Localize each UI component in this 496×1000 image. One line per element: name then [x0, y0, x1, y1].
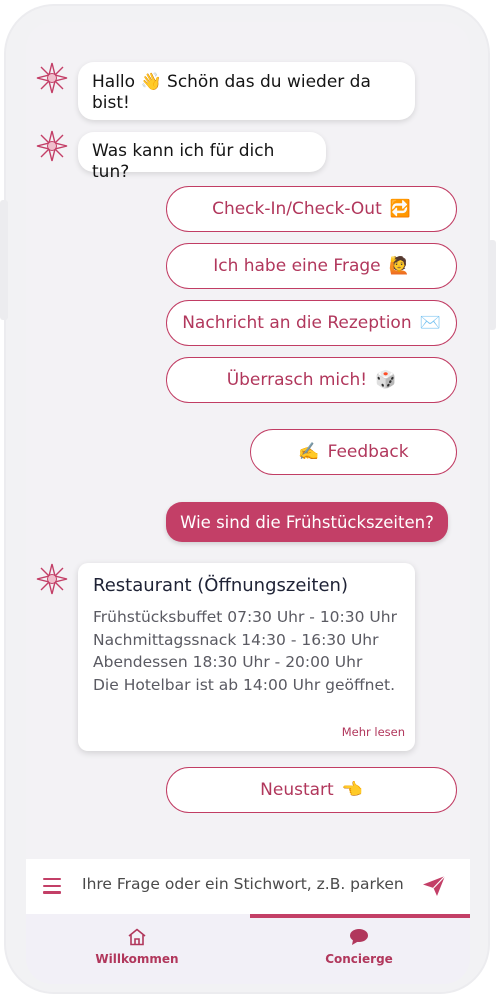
check-in-check-out-button[interactable]: Check-In/Check-Out 🔁	[166, 186, 457, 232]
chat-input-bar: Ihre Frage oder ein Stichwort, z.B. park…	[26, 859, 470, 914]
bottom-tab-bar: Willkommen Concierge	[26, 914, 470, 984]
hamburger-menu-icon[interactable]	[43, 878, 61, 894]
option-label: Überrasch mich!	[226, 370, 368, 390]
chat-bubble-icon	[350, 929, 368, 945]
card-title: Restaurant (Öffnungszeiten)	[93, 575, 348, 596]
envelope-icon: ✉️	[419, 313, 441, 333]
bot-greeting-bubble: Hallo 👋 Schön das du wieder da bist!	[78, 62, 415, 120]
tab-willkommen[interactable]: Willkommen	[26, 914, 248, 984]
card-line: Frühstücksbuffet 07:30 Uhr - 10:30 Uhr	[93, 608, 397, 626]
writing-hand-icon: ✍️	[298, 442, 320, 462]
tab-label: Willkommen	[95, 952, 179, 966]
tab-concierge[interactable]: Concierge	[248, 914, 470, 984]
bot-avatar-icon	[36, 62, 68, 94]
restart-button[interactable]: Neustart 👈	[166, 767, 457, 813]
home-icon	[128, 928, 146, 946]
option-label: Ich habe eine Frage	[213, 256, 381, 276]
bot-avatar-icon	[36, 563, 68, 595]
dice-icon: 🎲	[375, 370, 397, 390]
phone-side-button	[0, 200, 8, 320]
bot-avatar-icon	[36, 130, 68, 162]
user-message-bubble: Wie sind die Frühstückszeiten?	[166, 502, 448, 542]
tab-label: Concierge	[325, 952, 393, 966]
bot-question-bubble: Was kann ich für dich tun?	[78, 132, 326, 182]
ask-question-button[interactable]: Ich habe eine Frage 🙋	[166, 243, 457, 289]
bot-greeting-text: Hallo 👋 Schön das du wieder da bist!	[92, 72, 371, 113]
send-icon[interactable]	[422, 875, 446, 897]
surprise-me-button[interactable]: Überrasch mich! 🎲	[166, 357, 457, 403]
message-reception-button[interactable]: Nachricht an die Rezeption ✉️	[166, 300, 457, 346]
card-line: Abendessen 18:30 Uhr - 20:00 Uhr	[93, 653, 363, 671]
chat-screen: Hallo 👋 Schön das du wieder da bist! Was…	[26, 22, 470, 984]
chat-input-field[interactable]: Ihre Frage oder ein Stichwort, z.B. park…	[82, 875, 404, 893]
phone-side-button	[488, 240, 496, 330]
bot-question-text: Was kann ich für dich tun?	[92, 141, 275, 182]
repeat-icon: 🔁	[389, 199, 411, 219]
user-message-text: Wie sind die Frühstückszeiten?	[180, 512, 434, 532]
option-label: Check-In/Check-Out	[212, 199, 382, 219]
read-more-link[interactable]: Mehr lesen	[342, 725, 405, 739]
feedback-label: Feedback	[327, 442, 409, 462]
card-line: Nachmittagssnack 14:30 - 16:30 Uhr	[93, 630, 379, 649]
restaurant-info-card: Restaurant (Öffnungszeiten) Frühstücksbu…	[78, 563, 415, 751]
pointing-hand-icon: 👈	[341, 780, 363, 800]
restart-label: Neustart	[260, 780, 334, 800]
option-label: Nachricht an die Rezeption	[182, 313, 412, 333]
feedback-button[interactable]: ✍️ Feedback	[250, 429, 457, 475]
raising-hand-icon: 🙋	[388, 256, 410, 276]
card-line: Die Hotelbar ist ab 14:00 Uhr geöffnet.	[93, 675, 396, 694]
